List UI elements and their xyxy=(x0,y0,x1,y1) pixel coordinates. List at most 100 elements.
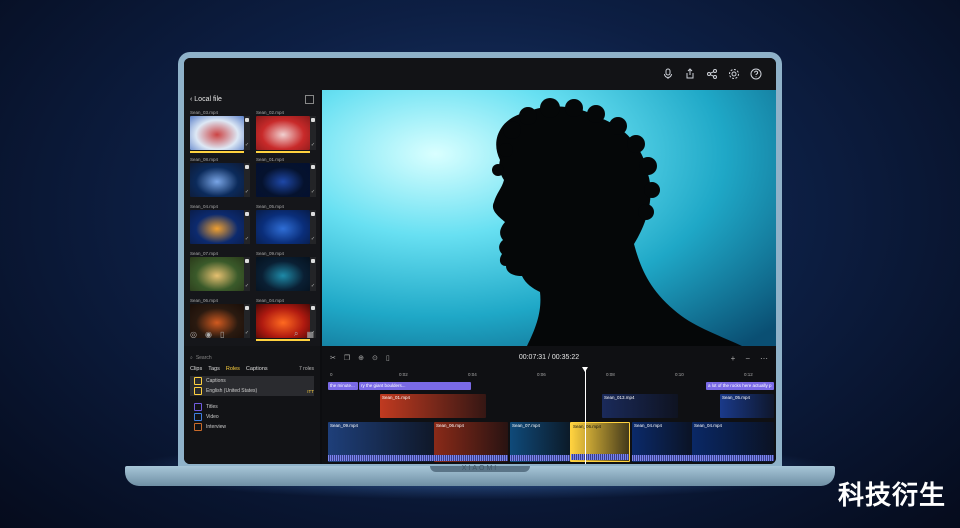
ruler-tick: 0:08 xyxy=(606,372,615,377)
role-checkbox[interactable] xyxy=(194,387,202,395)
caption-clip[interactable]: a lot of the rocks here actually p xyxy=(706,382,774,390)
clip-side-controls: ✓ xyxy=(244,163,250,197)
caption-text: a lot of the rocks here actually p xyxy=(708,383,772,388)
favorite-icon[interactable] xyxy=(245,259,249,263)
tab-captions[interactable]: Captions xyxy=(246,366,268,372)
check-icon[interactable]: ✓ xyxy=(244,283,250,289)
clip-side-controls: ✓ xyxy=(244,257,250,291)
video-clip[interactable]: Sean_09.mp4 xyxy=(328,422,434,462)
clip-thumbnail[interactable]: Sean_04.mp4 ✓ xyxy=(190,204,250,244)
role-label: Video xyxy=(206,414,219,420)
mic-icon[interactable] xyxy=(662,68,674,80)
video-clip[interactable]: Sean_04.mp4 xyxy=(692,422,774,462)
role-checkbox[interactable] xyxy=(194,423,202,431)
playhead[interactable] xyxy=(582,367,588,464)
share-icon[interactable] xyxy=(706,68,718,80)
favorite-icon[interactable] xyxy=(245,165,249,169)
clip-label: Sean_04.mp4 xyxy=(694,423,723,428)
clip-thumbnail[interactable]: Sean_01.mp4 ✓ xyxy=(256,157,316,197)
check-icon[interactable]: ✓ xyxy=(310,189,316,195)
check-icon[interactable]: ✓ xyxy=(310,142,316,148)
clip-side-controls: ✓ xyxy=(244,210,250,244)
caption-clip[interactable]: the minute... xyxy=(328,382,358,390)
time-ruler: 0 0:02 0:04 0:06 0:08 0:10 0:12 xyxy=(322,372,776,380)
settings-icon[interactable] xyxy=(728,68,740,80)
clip-label: Sean_07.mp4 xyxy=(512,423,541,428)
clip-side-controls: ✓ xyxy=(310,116,316,150)
clip-thumbnail[interactable]: Sean_08.mp4 ✓ xyxy=(190,157,250,197)
favorite-icon[interactable] xyxy=(311,118,315,122)
favorite-icon[interactable] xyxy=(311,212,315,216)
search-icon[interactable]: ⌕ xyxy=(294,329,298,339)
tab-roles[interactable]: Roles xyxy=(226,366,240,372)
zoom-out-icon[interactable]: − xyxy=(745,354,750,363)
video-clip[interactable]: Sean_01.mp4 xyxy=(380,394,486,418)
role-item[interactable]: Captions xyxy=(190,376,314,386)
audio-waveform xyxy=(632,455,692,461)
watermark: 科技衍生 xyxy=(837,480,946,510)
check-icon[interactable]: ✓ xyxy=(310,283,316,289)
browser-header: ‹ Local file xyxy=(184,90,320,108)
grid-view-icon[interactable]: ▦ xyxy=(306,330,314,339)
clip-thumbnail[interactable]: Sean_03.mp4 ✓ xyxy=(190,110,250,153)
ruler-tick: 0:12 xyxy=(744,372,753,377)
check-circle-icon[interactable]: ◎ xyxy=(190,330,197,339)
clip-thumbnail[interactable]: Sean_02.mp4 ✓ xyxy=(256,110,316,153)
more-icon[interactable]: ⋯ xyxy=(760,354,768,363)
audio-waveform xyxy=(328,455,434,461)
role-checkbox[interactable] xyxy=(194,403,202,411)
laptop-brand: XIAOMI xyxy=(461,465,499,472)
check-icon[interactable]: ✓ xyxy=(244,189,250,195)
favorite-icon[interactable] xyxy=(245,212,249,216)
index-tabs: Clips Tags Roles Captions 7 roles xyxy=(184,362,320,376)
video-clip[interactable]: Sean_06.mp4 xyxy=(570,422,630,462)
role-item[interactable]: English (United States) ITT xyxy=(190,386,314,396)
favorite-icon[interactable] xyxy=(245,306,249,310)
favorite-icon[interactable] xyxy=(311,306,315,310)
select-all-checkbox[interactable] xyxy=(305,94,314,104)
video-clip[interactable]: Sean_07.mp4 xyxy=(510,422,570,462)
video-clip[interactable]: Sean_06.mp4 xyxy=(434,422,508,462)
video-clip[interactable]: Sean_05.mp4 xyxy=(720,394,774,418)
tab-clips[interactable]: Clips xyxy=(190,366,202,372)
role-item[interactable]: Video xyxy=(190,412,314,422)
caption-text: ry the giant boulders... xyxy=(361,383,406,388)
search-placeholder: Search xyxy=(195,355,212,361)
caption-clip[interactable]: ry the giant boulders... xyxy=(359,382,471,390)
clip-thumbnail[interactable]: Sean_09.mp4 ✓ xyxy=(256,251,316,291)
favorite-icon[interactable] xyxy=(245,118,249,122)
used-indicator xyxy=(190,151,244,153)
clip-grid: Sean_03.mp4 ✓ Sean_02.mp4 ✓ Sean_08.mp4 ✓ Sean… xyxy=(190,110,316,341)
video-clip[interactable]: Sean_04.mp4 xyxy=(632,422,692,462)
clip-thumbnail[interactable]: Sean_07.mp4 ✓ xyxy=(190,251,250,291)
audio-waveform xyxy=(571,454,629,460)
help-icon[interactable] xyxy=(750,68,762,80)
check-icon[interactable]: ✓ xyxy=(244,236,250,242)
role-checkbox[interactable] xyxy=(194,413,202,421)
clip-label: Sean_04.mp4 xyxy=(634,423,663,428)
clip-thumbnail[interactable]: Sean_05.mp4 ✓ xyxy=(256,204,316,244)
favorite-icon[interactable] xyxy=(311,259,315,263)
tab-tags[interactable]: Tags xyxy=(208,366,220,372)
role-item[interactable]: Interview xyxy=(190,422,314,432)
video-viewer[interactable] xyxy=(322,90,776,346)
clip-side-controls: ✓ xyxy=(310,210,316,244)
timeline-index: ⌕ Search Clips Tags Roles Captions 7 rol… xyxy=(184,346,320,464)
role-label: English (United States) xyxy=(206,388,258,394)
check-icon[interactable]: ✓ xyxy=(310,236,316,242)
video-clip[interactable]: Sean_013.mp4 xyxy=(602,394,678,418)
ruler-tick: 0:10 xyxy=(675,372,684,377)
index-search[interactable]: ⌕ Search xyxy=(190,354,314,362)
role-checkbox[interactable] xyxy=(194,377,202,385)
clip-label: Sean_05.mp4 xyxy=(722,395,751,400)
clip-preview xyxy=(190,163,244,197)
audio-waveform xyxy=(434,455,508,461)
record-icon[interactable]: ◉ xyxy=(205,330,212,339)
favorite-icon[interactable] xyxy=(311,165,315,169)
clip-side-controls: ✓ xyxy=(310,257,316,291)
trash-icon[interactable]: ▯ xyxy=(220,330,224,339)
check-icon[interactable]: ✓ xyxy=(244,142,250,148)
share-export-icon[interactable] xyxy=(684,68,696,80)
role-item[interactable]: Titles xyxy=(190,402,314,412)
zoom-in-icon[interactable]: + xyxy=(731,354,736,363)
